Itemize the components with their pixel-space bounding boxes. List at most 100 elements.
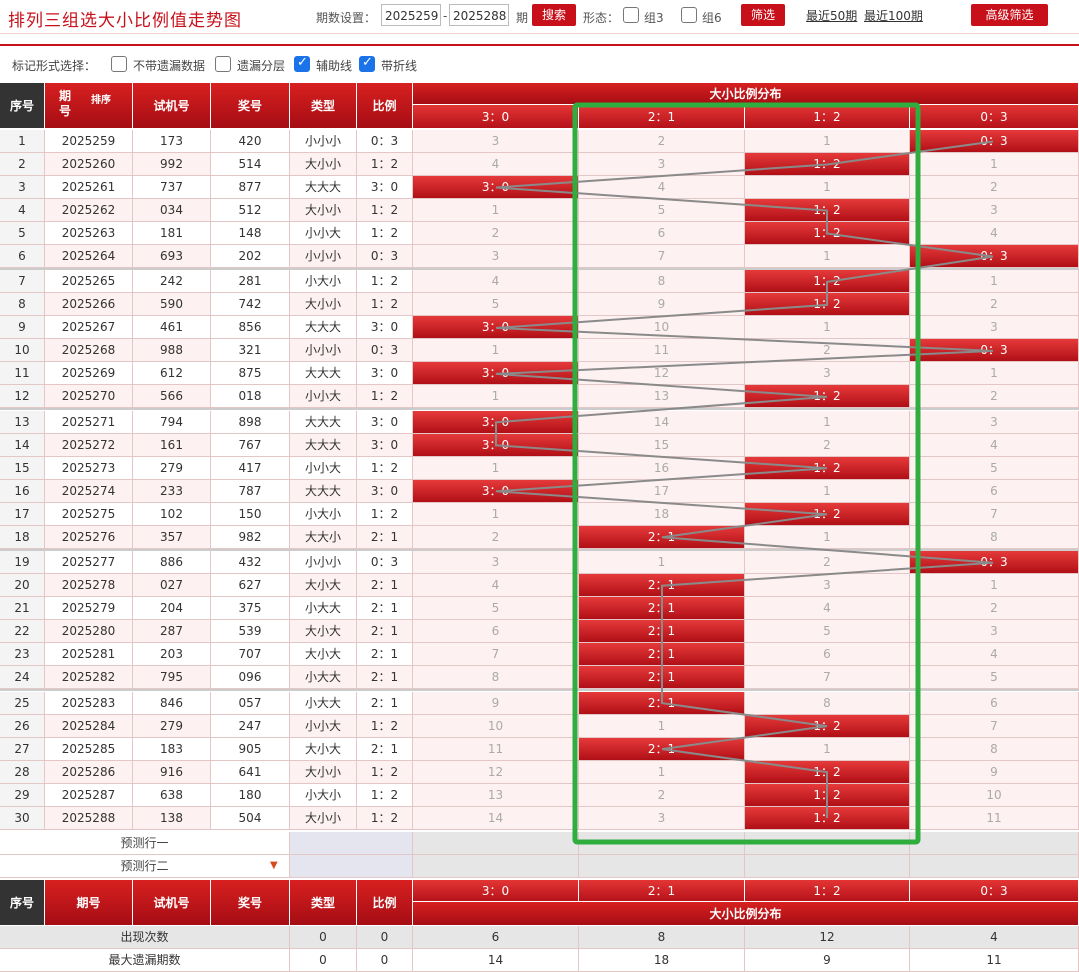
row-type: 小小小 (290, 551, 357, 575)
row-trial: 287 (133, 620, 211, 644)
row-ratio: 3：0 (357, 433, 413, 457)
dist-hit-cell: 0：3 (910, 130, 1079, 153)
row-trial: 566 (133, 385, 211, 409)
row-type: 小小小 (290, 339, 357, 363)
row-seq: 13 (0, 410, 45, 434)
row-trial: 027 (133, 574, 211, 598)
dist-miss-cell: 4 (910, 643, 1079, 667)
footer-trial: 试机号 (133, 880, 211, 926)
row-trial: 461 (133, 316, 211, 340)
predict-row-label[interactable]: 预测行一 (0, 832, 290, 855)
row-period: 2025274 (45, 479, 133, 503)
dist-miss-cell: 5 (910, 666, 1079, 690)
group-separator (0, 548, 1079, 551)
dist-hit-cell: 3：0 (413, 410, 579, 434)
dist-hit-cell: 1：2 (745, 293, 910, 317)
row-seq: 25 (0, 691, 45, 715)
dist-miss-cell: 11 (413, 737, 579, 761)
dist-miss-cell: 9 (910, 760, 1079, 784)
dist-miss-cell: 12 (579, 362, 745, 386)
row-period: 2025265 (45, 270, 133, 294)
row-trial: 102 (133, 502, 211, 526)
dist-miss-cell: 7 (413, 643, 579, 667)
predict-cell[interactable] (579, 832, 745, 855)
row-seq: 9 (0, 316, 45, 340)
group-separator (0, 689, 1079, 692)
dist-hit-cell: 3：0 (413, 362, 579, 386)
row-seq: 18 (0, 525, 45, 549)
dist-miss-cell: 6 (910, 691, 1079, 715)
dist-hit-cell: 1：2 (745, 153, 910, 176)
dist-miss-cell: 8 (413, 666, 579, 690)
predict-cell[interactable] (413, 832, 579, 855)
row-type: 大小大 (290, 643, 357, 667)
predict-input-area[interactable] (290, 832, 413, 855)
footer-col-0: 3：0 (413, 880, 579, 902)
dist-miss-cell: 9 (413, 691, 579, 715)
header-period[interactable]: 期号 排序 (45, 83, 133, 129)
dist-miss-cell: 1 (413, 339, 579, 363)
predict-cell[interactable] (413, 855, 579, 878)
stats-value: 12 (745, 926, 910, 949)
sort-button[interactable]: 排序 (91, 91, 111, 106)
row-ratio: 3：0 (357, 362, 413, 386)
predict-cell[interactable] (910, 855, 1079, 878)
row-prize: 096 (211, 666, 290, 690)
row-seq: 4 (0, 199, 45, 222)
row-ratio: 1：2 (357, 806, 413, 830)
dist-miss-cell: 1 (745, 525, 910, 549)
dist-hit-cell: 1：2 (745, 199, 910, 222)
predict-row-label[interactable]: 预测行二 (0, 855, 290, 878)
row-type: 大小小 (290, 760, 357, 784)
predict-input-area[interactable] (290, 855, 413, 878)
dist-hit-cell: 3：0 (413, 176, 579, 199)
row-seq: 24 (0, 666, 45, 690)
row-seq: 11 (0, 362, 45, 386)
row-ratio: 3：0 (357, 410, 413, 434)
dist-miss-cell: 2 (745, 433, 910, 457)
predict-cell[interactable] (579, 855, 745, 878)
row-prize: 150 (211, 502, 290, 526)
row-ratio: 3：0 (357, 316, 413, 340)
dist-miss-cell: 6 (745, 643, 910, 667)
predict-cell[interactable] (745, 855, 910, 878)
dist-miss-cell: 10 (579, 316, 745, 340)
dist-miss-cell: 1 (579, 714, 745, 738)
group-separator (0, 268, 1079, 270)
predict-cell[interactable] (910, 832, 1079, 855)
row-prize: 180 (211, 783, 290, 807)
row-prize: 148 (211, 222, 290, 245)
dist-miss-cell: 16 (579, 456, 745, 480)
dist-miss-cell: 5 (579, 199, 745, 222)
row-seq: 20 (0, 574, 45, 598)
row-ratio: 1：2 (357, 153, 413, 176)
row-prize: 539 (211, 620, 290, 644)
row-period: 2025279 (45, 597, 133, 621)
dist-miss-cell: 3 (910, 199, 1079, 222)
row-prize: 514 (211, 153, 290, 176)
dist-miss-cell: 4 (579, 176, 745, 199)
footer-prize: 奖号 (211, 880, 290, 926)
row-type: 小小大 (290, 222, 357, 245)
expand-arrow-icon[interactable]: ▼ (270, 860, 278, 871)
row-ratio: 1：2 (357, 760, 413, 784)
dist-miss-cell: 1 (579, 551, 745, 575)
row-seq: 29 (0, 783, 45, 807)
row-seq: 3 (0, 176, 45, 199)
row-ratio: 1：2 (357, 385, 413, 409)
dist-hit-cell: 0：3 (910, 245, 1079, 268)
row-prize: 420 (211, 130, 290, 153)
footer-dist: 大小比例分布 (413, 902, 1079, 926)
dist-miss-cell: 4 (413, 270, 579, 294)
dist-miss-cell: 11 (910, 806, 1079, 830)
row-prize: 627 (211, 574, 290, 598)
predict-cell[interactable] (745, 832, 910, 855)
dist-miss-cell: 2 (579, 130, 745, 153)
dist-miss-cell: 1 (745, 316, 910, 340)
row-type: 大小大 (290, 574, 357, 598)
dist-hit-cell: 1：2 (745, 222, 910, 245)
dist-miss-cell: 2 (910, 385, 1079, 409)
dist-hit-cell: 1：2 (745, 270, 910, 294)
row-period: 2025275 (45, 502, 133, 526)
row-period: 2025283 (45, 691, 133, 715)
